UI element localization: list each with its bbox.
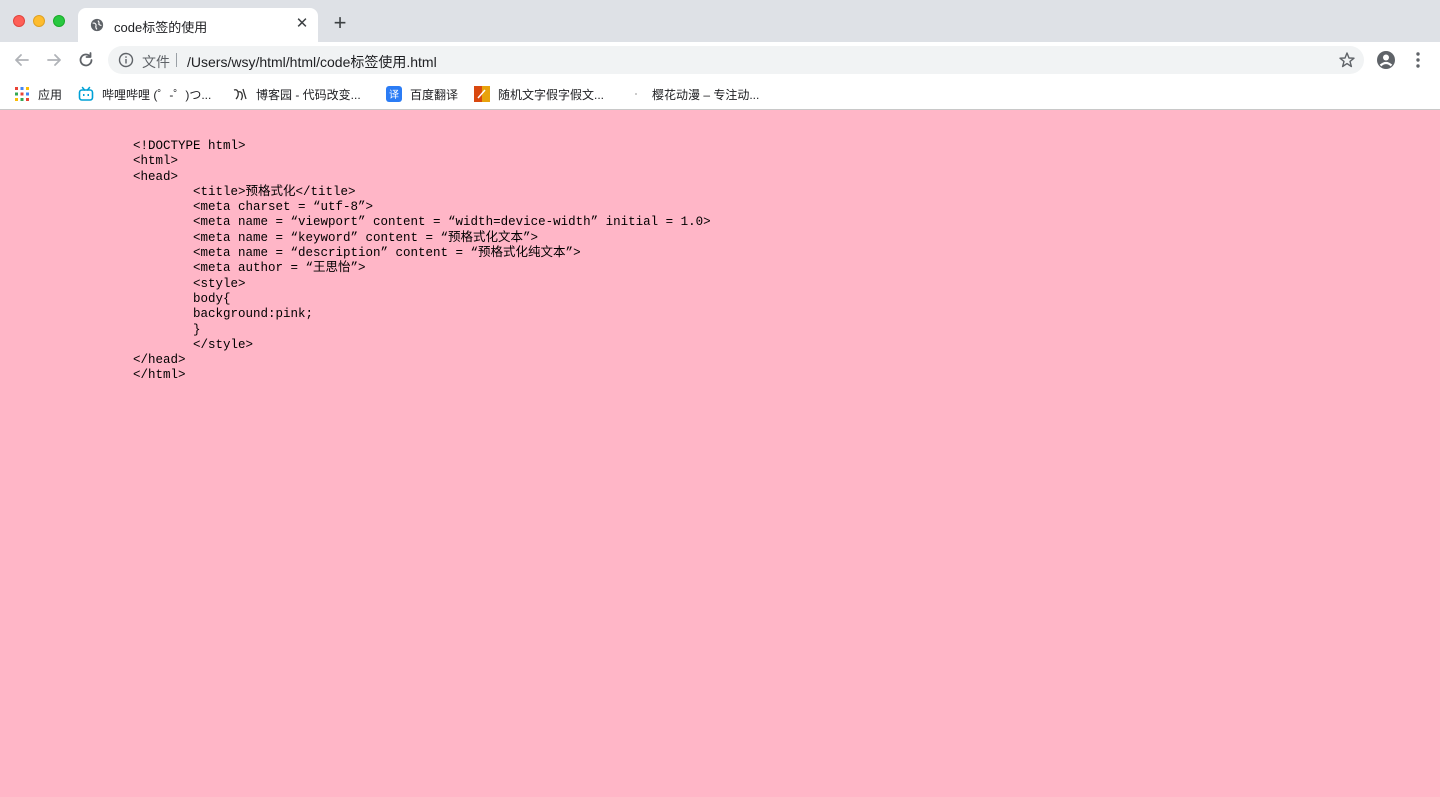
info-icon[interactable] (118, 52, 134, 68)
page-content: <!DOCTYPE html> <html> <head> <title>预格式… (0, 111, 1440, 797)
bookmark-label: 百度翻译 (410, 87, 459, 102)
back-arrow-icon[interactable] (12, 50, 32, 70)
new-tab-button[interactable]: + (330, 12, 350, 34)
omnibox-divider (176, 53, 177, 67)
tab-strip: code标签的使用 ✕ + (0, 0, 1440, 42)
bookmark-apps[interactable]: 应用 (14, 83, 62, 105)
minimize-window-button[interactable] (33, 15, 45, 27)
url-text[interactable]: /Users/wsy/html/html/code标签使用.html (187, 52, 437, 72)
bookmark-cnblogs[interactable]: 博客园 - 代码改变... (232, 83, 361, 105)
bookmark-random-text[interactable]: 随机文字假字假文... (474, 83, 604, 105)
bookmark-yinghua[interactable]: 樱花动漫 – 专注动... (628, 83, 759, 105)
random-text-icon (474, 86, 490, 102)
bookmark-label: 博客园 - 代码改变... (256, 87, 361, 102)
profile-icon[interactable] (1376, 50, 1396, 70)
bookmark-baidu-translate[interactable]: 译 百度翻译 (386, 83, 458, 105)
blank-favicon-icon (635, 93, 637, 95)
apps-grid-icon (15, 87, 29, 101)
globe-icon (90, 18, 104, 32)
active-tab[interactable]: code标签的使用 ✕ (78, 8, 318, 42)
close-window-button[interactable] (13, 15, 25, 27)
reload-icon[interactable] (76, 50, 96, 70)
browser-toolbar: 文件 /Users/wsy/html/html/code标签使用.html (0, 42, 1440, 78)
bookmark-bilibili[interactable]: 哔哩哔哩 (゜-゜)つ... (78, 83, 211, 105)
scheme-label: 文件 (142, 54, 170, 70)
bookmark-label: 应用 (38, 87, 63, 102)
more-menu-icon[interactable] (1410, 50, 1426, 70)
bookmarks-bar: 应用 哔哩哔哩 (゜-゜)つ... 博客园 - 代码改变... 译 百度翻译 随… (0, 78, 1440, 110)
baidu-translate-icon: 译 (386, 86, 402, 102)
bilibili-icon (78, 86, 94, 101)
forward-arrow-icon[interactable] (44, 50, 64, 70)
tab-title: code标签的使用 (114, 20, 208, 35)
address-bar[interactable]: 文件 /Users/wsy/html/html/code标签使用.html (108, 46, 1364, 74)
cnblogs-icon (233, 88, 247, 101)
bookmark-label: 樱花动漫 – 专注动... (652, 87, 760, 102)
bookmark-label: 哔哩哔哩 (゜-゜)つ... (102, 87, 212, 102)
bookmark-star-icon[interactable] (1338, 51, 1356, 69)
bookmark-label: 随机文字假字假文... (498, 87, 605, 102)
fullscreen-window-button[interactable] (53, 15, 65, 27)
tab-close-button[interactable]: ✕ (294, 16, 310, 32)
preformatted-code-block: <!DOCTYPE html> <html> <head> <title>预格式… (133, 139, 711, 383)
svg-text:译: 译 (389, 89, 399, 101)
